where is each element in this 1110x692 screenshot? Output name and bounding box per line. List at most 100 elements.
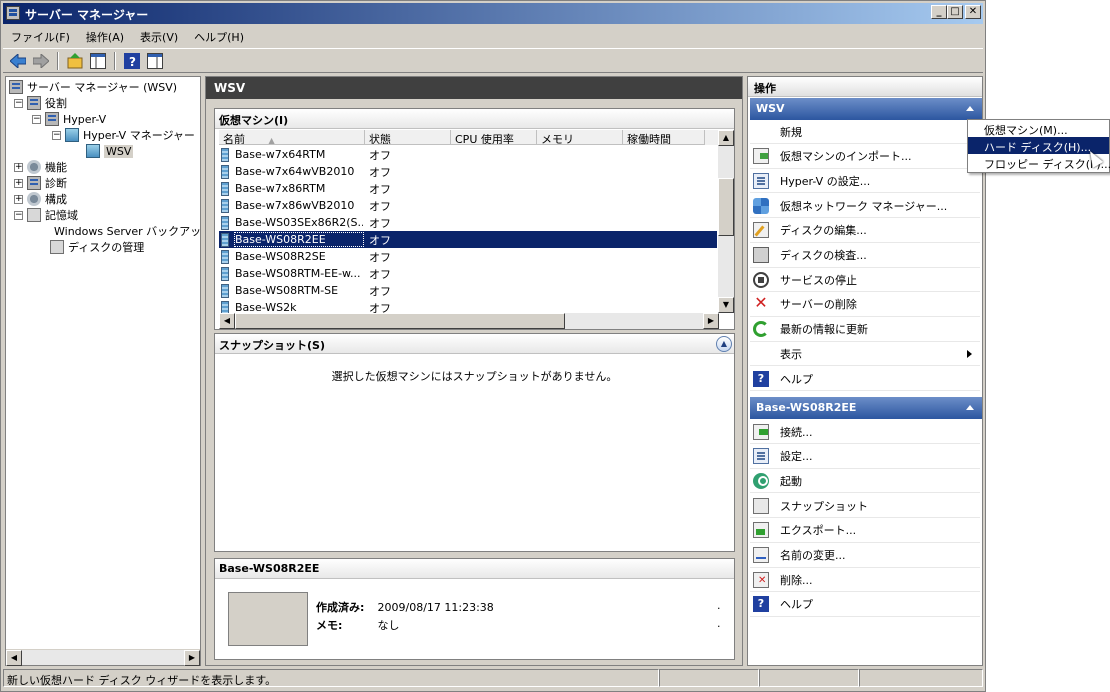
actions-section-wsv[interactable]: WSV: [750, 98, 982, 120]
column-cpu[interactable]: CPU 使用率: [451, 130, 537, 145]
collapse-section-icon[interactable]: ▲: [716, 336, 732, 352]
expand-toggle-icon[interactable]: +: [14, 162, 23, 172]
vm-row[interactable]: Base-WS03SEx86R2(S... オフ: [219, 214, 717, 231]
column-uptime[interactable]: 稼働時間: [623, 130, 705, 145]
scroll-thumb[interactable]: [718, 178, 734, 236]
title-bar[interactable]: サーバー マネージャー _ □ ✕: [3, 3, 983, 24]
action-item[interactable]: 仮想ネットワーク マネージャー...: [750, 194, 980, 219]
action-item[interactable]: 接続...: [750, 420, 980, 444]
action-item[interactable]: 削除...: [750, 568, 980, 593]
close-button[interactable]: ✕: [965, 5, 981, 19]
tree-label: サーバー マネージャー (WSV): [27, 81, 178, 94]
scroll-right-icon[interactable]: ▶: [184, 650, 200, 666]
tree-item-features[interactable]: + 機能: [14, 159, 67, 175]
toolbar-separator: [114, 51, 116, 70]
action-pane-icon[interactable]: [145, 51, 165, 71]
tree-item-hyperv-manager[interactable]: − Hyper-V マネージャー: [52, 127, 195, 143]
collapse-toggle-icon[interactable]: −: [14, 98, 23, 108]
action-item[interactable]: エクスポート...: [750, 519, 980, 543]
menu-file[interactable]: ファイル(F): [3, 26, 78, 46]
settings-icon: [753, 172, 769, 189]
vm-list-vertical-scrollbar[interactable]: ▲ ▼: [718, 130, 734, 313]
vm-row[interactable]: Base-WS08R2SE オフ: [219, 248, 717, 265]
action-item[interactable]: ディスクの編集...: [750, 219, 980, 243]
action-item[interactable]: 新規: [750, 120, 980, 144]
column-state[interactable]: 状態: [365, 130, 451, 145]
tree-item-backup[interactable]: Windows Server バックアップ: [50, 223, 200, 239]
tree-horizontal-scrollbar[interactable]: ◀ ▶: [6, 649, 200, 666]
action-item[interactable]: 最新の情報に更新: [750, 318, 980, 342]
virtual-machine-icon: [221, 147, 229, 162]
memo-label: メモ:: [316, 619, 343, 632]
collapse-toggle-icon[interactable]: −: [32, 114, 41, 124]
column-name[interactable]: 名前 ▲: [219, 130, 365, 145]
action-item[interactable]: サービスの停止: [750, 268, 980, 293]
expand-toggle-icon[interactable]: +: [14, 194, 23, 204]
menu-help[interactable]: ヘルプ(H): [186, 26, 252, 46]
minimize-button[interactable]: _: [931, 5, 947, 19]
collapse-arrow-icon[interactable]: [966, 106, 974, 111]
scroll-thumb[interactable]: [235, 313, 565, 329]
results-pane: WSV 仮想マシン(I) 名前 ▲ 状態 CPU 使用率 メモリ 稼働時間 Ba…: [205, 76, 743, 666]
tree-item-hyperv[interactable]: − Hyper-V: [32, 111, 106, 127]
action-item[interactable]: 名前の変更...: [750, 544, 980, 568]
action-item[interactable]: 表示: [750, 342, 980, 367]
console-tree: サーバー マネージャー (WSV) − 役割 − Hyper-V − Hyper…: [5, 76, 201, 666]
action-item[interactable]: 起動: [750, 469, 980, 494]
tree-item-root[interactable]: サーバー マネージャー (WSV): [9, 79, 177, 95]
vm-row[interactable]: Base-WS08RTM-EE-w... オフ: [219, 265, 717, 282]
show-hide-tree-icon[interactable]: [88, 51, 108, 71]
vm-name: Base-WS08RTM-SE: [235, 284, 339, 297]
submenu-virtual-machine[interactable]: 仮想マシン(M)...: [968, 120, 1109, 137]
scroll-left-icon[interactable]: ◀: [219, 313, 235, 329]
tree-item-wsv[interactable]: WSV: [86, 143, 134, 159]
tree-item-roles[interactable]: − 役割: [14, 95, 67, 111]
menu-view[interactable]: 表示(V): [132, 26, 186, 46]
action-item[interactable]: 仮想マシンのインポート...: [750, 145, 980, 169]
maximize-button[interactable]: □: [947, 5, 963, 19]
scroll-up-icon[interactable]: ▲: [718, 130, 734, 146]
collapse-arrow-icon[interactable]: [966, 405, 974, 410]
action-item[interactable]: ? ヘルプ: [750, 367, 980, 391]
tree-item-diagnostics[interactable]: + 診断: [14, 175, 67, 191]
tree-label: 機能: [45, 161, 67, 174]
vm-row[interactable]: Base-w7x64RTM オフ: [219, 146, 717, 163]
vm-row[interactable]: Base-WS08RTM-SE オフ: [219, 282, 717, 299]
vm-row[interactable]: Base-w7x64wVB2010 オフ: [219, 163, 717, 180]
vm-row[interactable]: Base-w7x86RTM オフ: [219, 180, 717, 197]
collapse-toggle-icon[interactable]: −: [14, 210, 23, 220]
tree-label: 診断: [45, 177, 67, 190]
scroll-right-icon[interactable]: ▶: [703, 313, 719, 329]
action-item[interactable]: ? ヘルプ: [750, 593, 980, 617]
vm-list-horizontal-scrollbar[interactable]: ◀ ▶: [219, 313, 719, 329]
expand-toggle-icon[interactable]: +: [14, 178, 23, 188]
tree-item-disk-management[interactable]: ディスクの管理: [50, 239, 144, 255]
results-header: WSV: [206, 77, 742, 99]
up-icon[interactable]: [65, 51, 85, 71]
action-item[interactable]: ディスクの検査...: [750, 244, 980, 268]
actions-section-vm[interactable]: Base-WS08R2EE: [750, 397, 982, 419]
back-icon[interactable]: [8, 51, 28, 71]
help-icon: ?: [753, 370, 769, 387]
action-label: サーバーの削除: [780, 298, 857, 312]
scroll-left-icon[interactable]: ◀: [6, 650, 22, 666]
tree-item-storage[interactable]: − 記憶域: [14, 207, 78, 223]
scroll-down-icon[interactable]: ▼: [718, 297, 734, 313]
vm-state: オフ: [369, 199, 391, 213]
vm-state: オフ: [369, 148, 391, 162]
vm-row[interactable]: Base-WS08R2EE オフ: [219, 231, 717, 248]
action-label: サービスの停止: [780, 273, 857, 287]
forward-icon[interactable]: [31, 51, 51, 71]
help-icon[interactable]: ?: [122, 51, 142, 71]
action-item[interactable]: 設定...: [750, 445, 980, 469]
action-item[interactable]: スナップショット: [750, 494, 980, 519]
collapse-toggle-icon[interactable]: −: [52, 130, 61, 140]
action-item[interactable]: Hyper-V の設定...: [750, 169, 980, 194]
tree-item-configuration[interactable]: + 構成: [14, 191, 67, 207]
vm-row[interactable]: Base-w7x86wVB2010 オフ: [219, 197, 717, 214]
column-memory[interactable]: メモリ: [537, 130, 623, 145]
action-item[interactable]: ✕ サーバーの削除: [750, 293, 980, 317]
section-label: WSV: [756, 102, 785, 115]
menu-action[interactable]: 操作(A): [78, 26, 132, 46]
created-row: 作成済み: 2009/08/17 11:23:38: [316, 599, 494, 615]
